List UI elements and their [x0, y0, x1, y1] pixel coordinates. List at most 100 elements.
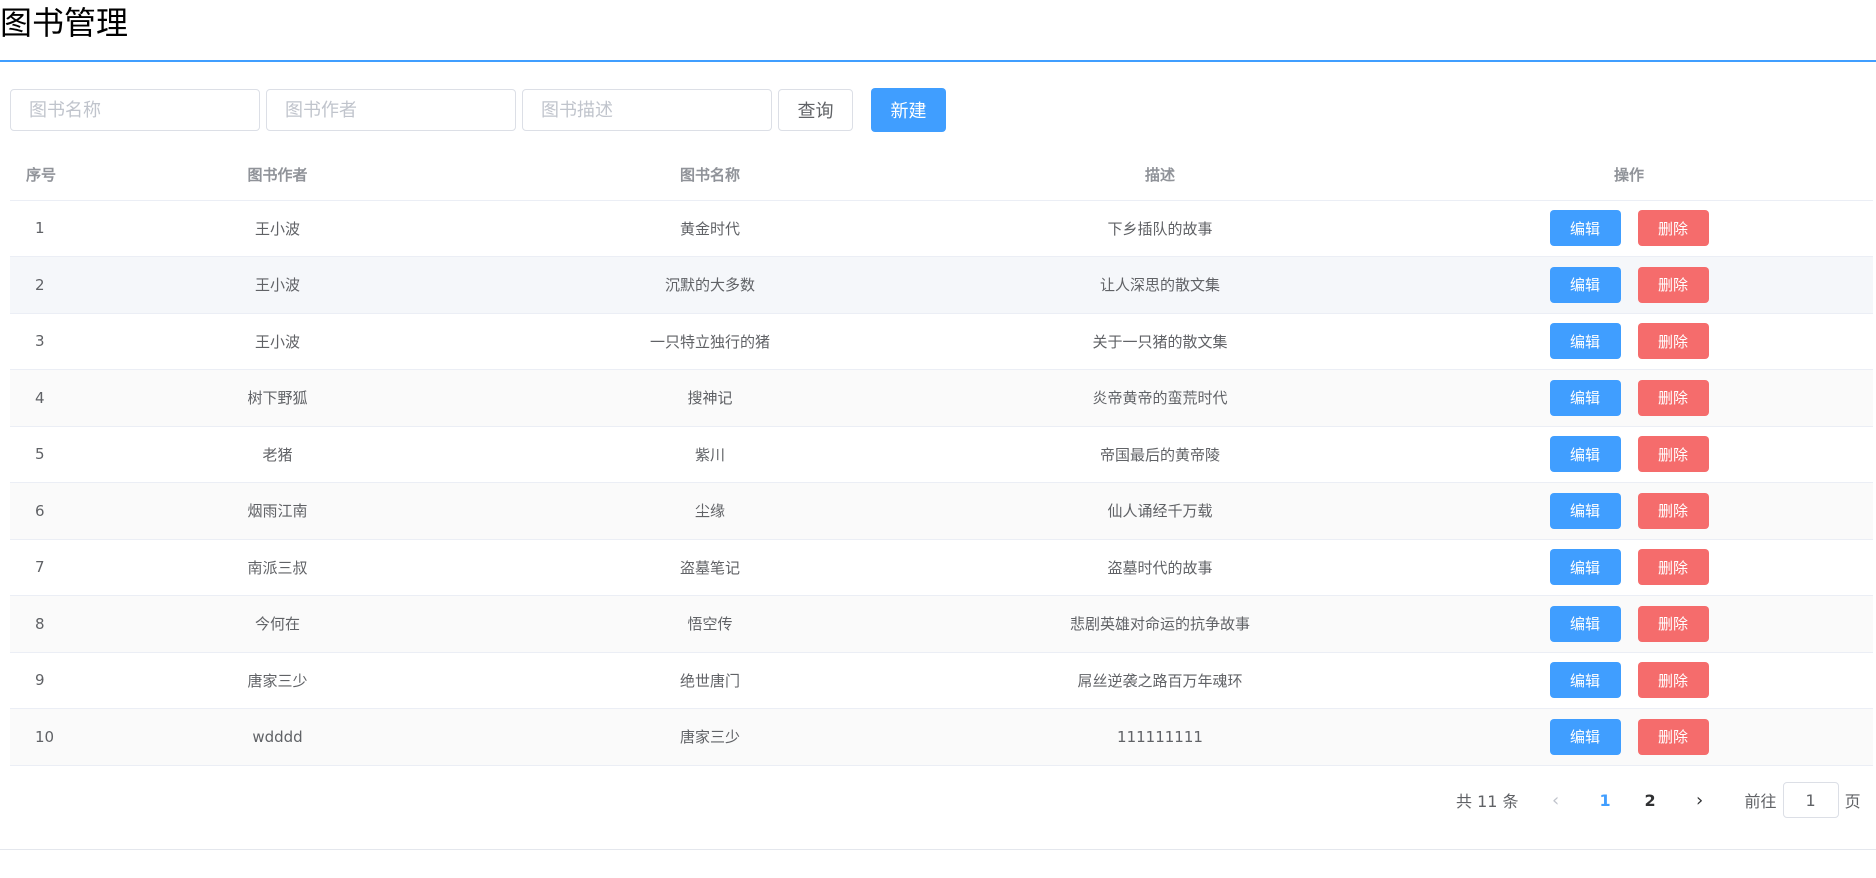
- table-row: 2 王小波 沉默的大多数 让人深思的散文集 编辑 删除: [10, 256, 1873, 314]
- cell-index: 2: [10, 256, 70, 314]
- cell-ops: 编辑 删除: [1385, 369, 1873, 427]
- header-desc: 描述: [935, 150, 1385, 201]
- cell-author: 王小波: [70, 313, 485, 370]
- page-header: 图书管理: [0, 0, 1876, 62]
- cell-author: 王小波: [70, 200, 485, 257]
- cell-ops: 编辑 删除: [1385, 595, 1873, 653]
- next-page-icon[interactable]: ›: [1685, 790, 1715, 811]
- cell-index: 1: [10, 200, 70, 257]
- table-header-row: 序号 图书作者 图书名称 描述 操作: [10, 150, 1873, 201]
- page-jumper: 前往 页: [1745, 782, 1861, 818]
- cell-ops: 编辑 删除: [1385, 539, 1873, 596]
- cell-name: 尘缘: [485, 482, 935, 540]
- delete-button[interactable]: 删除: [1637, 323, 1709, 360]
- cell-ops: 编辑 删除: [1385, 200, 1873, 257]
- row-actions: 编辑 删除: [1549, 266, 1709, 303]
- row-actions: 编辑 删除: [1549, 718, 1709, 755]
- cell-name: 唐家三少: [485, 708, 935, 766]
- row-actions: 编辑 删除: [1549, 436, 1709, 473]
- delete-button[interactable]: 删除: [1637, 662, 1709, 699]
- goto-suffix: 页: [1844, 792, 1861, 811]
- delete-button[interactable]: 删除: [1637, 266, 1709, 303]
- delete-button[interactable]: 删除: [1637, 605, 1709, 642]
- header-author: 图书作者: [70, 150, 485, 201]
- prev-page-icon[interactable]: ‹: [1541, 790, 1571, 811]
- delete-button[interactable]: 删除: [1637, 379, 1709, 416]
- cell-name: 沉默的大多数: [485, 256, 935, 314]
- cell-desc: 帝国最后的黄帝陵: [935, 426, 1385, 483]
- new-button[interactable]: 新建: [871, 88, 946, 132]
- edit-button[interactable]: 编辑: [1549, 718, 1621, 755]
- goto-prefix: 前往: [1744, 792, 1777, 811]
- page-number-2[interactable]: 2: [1628, 791, 1673, 810]
- table-row: 9 唐家三少 绝世唐门 屌丝逆袭之路百万年魂环 编辑 删除: [10, 652, 1873, 709]
- cell-desc: 关于一只猪的散文集: [935, 313, 1385, 370]
- edit-button[interactable]: 编辑: [1549, 323, 1621, 360]
- row-actions: 编辑 删除: [1549, 605, 1709, 642]
- cell-index: 9: [10, 652, 70, 709]
- delete-button[interactable]: 删除: [1637, 210, 1709, 247]
- edit-button[interactable]: 编辑: [1549, 605, 1621, 642]
- cell-author: 南派三叔: [70, 539, 485, 596]
- page-number-1[interactable]: 1: [1583, 791, 1628, 810]
- goto-page-input[interactable]: [1782, 782, 1839, 818]
- book-desc-input[interactable]: [522, 89, 772, 131]
- cell-index: 4: [10, 369, 70, 427]
- edit-button[interactable]: 编辑: [1549, 266, 1621, 303]
- cell-name: 一只特立独行的猪: [485, 313, 935, 370]
- pagination: 共 11 条 ‹ 1 2 › 前往 页: [1456, 780, 1861, 820]
- cell-name: 绝世唐门: [485, 652, 935, 709]
- delete-button[interactable]: 删除: [1637, 436, 1709, 473]
- cell-desc: 盗墓时代的故事: [935, 539, 1385, 596]
- cell-ops: 编辑 删除: [1385, 482, 1873, 540]
- edit-button[interactable]: 编辑: [1549, 549, 1621, 586]
- header-name: 图书名称: [485, 150, 935, 201]
- cell-index: 6: [10, 482, 70, 540]
- cell-desc: 屌丝逆袭之路百万年魂环: [935, 652, 1385, 709]
- row-actions: 编辑 删除: [1549, 210, 1709, 247]
- cell-index: 5: [10, 426, 70, 483]
- edit-button[interactable]: 编辑: [1549, 379, 1621, 416]
- page-title: 图书管理: [0, 4, 129, 42]
- delete-button[interactable]: 删除: [1637, 549, 1709, 586]
- cell-name: 盗墓笔记: [485, 539, 935, 596]
- edit-button[interactable]: 编辑: [1549, 210, 1621, 247]
- cell-author: 树下野狐: [70, 369, 485, 427]
- cell-desc: 下乡插队的故事: [935, 200, 1385, 257]
- table-row: 5 老猪 紫川 帝国最后的黄帝陵 编辑 删除: [10, 426, 1873, 483]
- pagination-total: 共 11 条: [1456, 792, 1519, 811]
- cell-ops: 编辑 删除: [1385, 708, 1873, 766]
- row-actions: 编辑 删除: [1549, 492, 1709, 529]
- table-row: 10 wdddd 唐家三少 111111111 编辑 删除: [10, 708, 1873, 766]
- cell-index: 8: [10, 595, 70, 653]
- cell-ops: 编辑 删除: [1385, 426, 1873, 483]
- cell-name: 悟空传: [485, 595, 935, 653]
- book-author-input[interactable]: [266, 89, 516, 131]
- delete-button[interactable]: 删除: [1637, 718, 1709, 755]
- cell-index: 3: [10, 313, 70, 370]
- cell-ops: 编辑 删除: [1385, 652, 1873, 709]
- cell-author: wdddd: [70, 708, 485, 766]
- cell-author: 唐家三少: [70, 652, 485, 709]
- table-row: 8 今何在 悟空传 悲剧英雄对命运的抗争故事 编辑 删除: [10, 595, 1873, 653]
- book-name-input[interactable]: [10, 89, 260, 131]
- edit-button[interactable]: 编辑: [1549, 492, 1621, 529]
- cell-desc: 让人深思的散文集: [935, 256, 1385, 314]
- cell-desc: 仙人诵经千万载: [935, 482, 1385, 540]
- cell-ops: 编辑 删除: [1385, 256, 1873, 314]
- book-table: 序号 图书作者 图书名称 描述 操作 1 王小波 黄金时代 下乡插队的故事 编辑 删除 2 王…: [10, 150, 1873, 766]
- edit-button[interactable]: 编辑: [1549, 662, 1621, 699]
- table-body: 1 王小波 黄金时代 下乡插队的故事 编辑 删除 2 王小波 沉默的大多数 让人深思的散文集 编辑删…: [10, 200, 1873, 766]
- table-row: 7 南派三叔 盗墓笔记 盗墓时代的故事 编辑 删除: [10, 539, 1873, 596]
- row-actions: 编辑 删除: [1549, 379, 1709, 416]
- cell-author: 老猪: [70, 426, 485, 483]
- cell-index: 7: [10, 539, 70, 596]
- delete-button[interactable]: 删除: [1637, 492, 1709, 529]
- table-row: 3 王小波 一只特立独行的猪 关于一只猪的散文集 编辑 删除: [10, 313, 1873, 370]
- query-button[interactable]: 查询: [778, 89, 853, 131]
- table-row: 1 王小波 黄金时代 下乡插队的故事 编辑 删除: [10, 200, 1873, 257]
- cell-desc: 炎帝黄帝的蛮荒时代: [935, 369, 1385, 427]
- edit-button[interactable]: 编辑: [1549, 436, 1621, 473]
- cell-name: 紫川: [485, 426, 935, 483]
- cell-ops: 编辑 删除: [1385, 313, 1873, 370]
